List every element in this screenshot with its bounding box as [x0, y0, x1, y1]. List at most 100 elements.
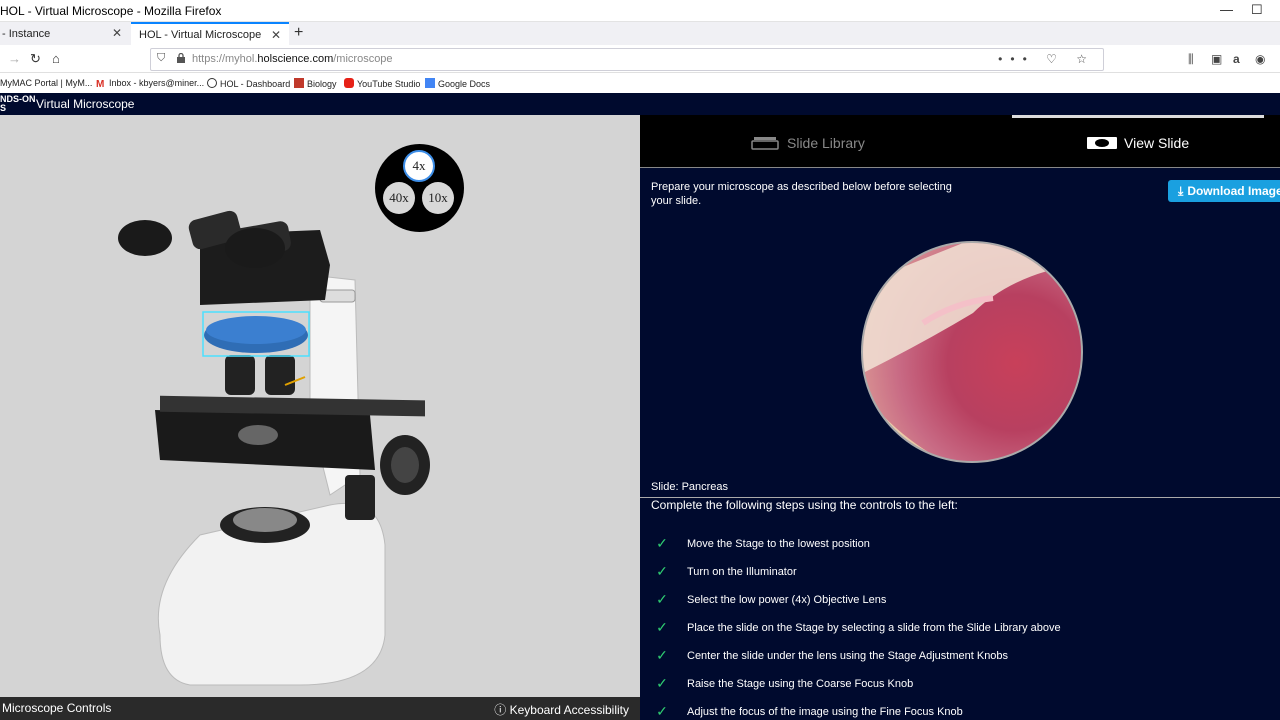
objective-40x-button[interactable]: 40x: [383, 182, 415, 214]
url-domain: holscience.com: [257, 53, 334, 65]
library-icon[interactable]: ⫼: [1188, 52, 1194, 67]
info-icon: ⓘ: [494, 703, 510, 717]
objective-4x-button[interactable]: 4x: [403, 150, 435, 182]
step-text: Select the low power (4x) Objective Lens: [687, 593, 887, 606]
step-item: ✓ Place the slide on the Stage by selecti…: [651, 619, 1061, 636]
step-item: ✓ Adjust the focus of the image using the…: [651, 703, 963, 720]
step-text: Center the slide under the lens using th…: [687, 649, 1009, 662]
tab-label: HOL - Virtual Microscope: [139, 28, 262, 41]
nav-bar: → ↻ ⌂ ⛉ https://myhol.holscience.com/mic…: [0, 45, 1280, 73]
window-titlebar: HOL - Virtual Microscope - Mozilla Firef…: [0, 0, 1280, 22]
slide-library-icon: [751, 137, 779, 150]
tab-label: View Slide: [1124, 135, 1190, 151]
bookmarks-bar: MyMAC Portal | MyM... M Inbox - kbyers@mi…: [0, 73, 1280, 93]
tab-view-slide[interactable]: View Slide: [1087, 135, 1189, 151]
tab-label: Slide Library: [787, 135, 865, 151]
bookmark-label: Inbox - kbyers@miner...: [109, 78, 205, 88]
step-item: ✓ Move the Stage to the lowest position: [651, 535, 870, 552]
slide-icon: [1087, 137, 1117, 149]
check-icon: ✓: [656, 535, 668, 551]
pocket-icon[interactable]: ♡: [1046, 52, 1065, 66]
bookmark-label: YouTube Studio: [357, 79, 421, 89]
bookmark-star-icon[interactable]: ☆: [1076, 52, 1095, 66]
download-icon: ⤓: [1178, 183, 1184, 198]
window-title: HOL - Virtual Microscope - Mozilla Firef…: [0, 4, 222, 18]
step-item: ✓ Turn on the Illuminator: [651, 563, 797, 580]
tab-slide-library[interactable]: Slide Library: [750, 135, 865, 151]
pancreas-slide-image: [863, 243, 1081, 461]
tab-virtual-microscope[interactable]: HOL - Virtual Microscope ✕: [131, 22, 289, 45]
bookmark-label: HOL - Dashboard: [220, 79, 291, 89]
bookmark-youtube-studio[interactable]: YouTube Studio: [344, 78, 420, 89]
app-header: NDS-ON S Virtual Microscope: [0, 93, 1280, 115]
check-icon: ✓: [656, 703, 668, 719]
microscope-controls-bar: Microscope Controls ⓘ Keyboard Accessibi…: [0, 697, 640, 720]
step-item: ✓ Raise the Stage using the Coarse Focus …: [651, 675, 913, 692]
logo-line-2: S: [0, 103, 7, 113]
close-icon[interactable]: ✕: [112, 26, 122, 40]
app-name: Virtual Microscope: [36, 97, 135, 111]
microscope-controls-toggle[interactable]: Microscope Controls: [2, 701, 111, 715]
bookmark-label: Google Docs: [438, 79, 491, 89]
check-icon: ✓: [656, 675, 668, 691]
objective-selector: 4x 40x 10x: [375, 144, 464, 232]
maximize-icon[interactable]: ☐: [1251, 2, 1263, 18]
reload-icon[interactable]: ↻: [30, 51, 41, 67]
slide-tabs: Slide Library View Slide: [640, 115, 1280, 168]
step-text: Turn on the Illuminator: [687, 565, 797, 578]
bookmark-label: MyMAC Portal | MyM...: [0, 78, 93, 88]
step-text: Place the slide on the Stage by selectin…: [687, 621, 1061, 634]
step-text: Move the Stage to the lowest position: [687, 537, 870, 550]
url-actions: ••• ♡ ☆: [998, 52, 1095, 66]
url-bar[interactable]: ⛉ https://myhol.holscience.com/microscop…: [150, 48, 1104, 71]
bookmark-biology[interactable]: Biology: [294, 78, 337, 89]
active-tab-indicator: [1012, 115, 1264, 118]
sidebar-icon[interactable]: ▣: [1211, 52, 1222, 66]
step-item: ✓ Center the slide under the lens using t…: [651, 647, 1008, 664]
microscope-illustration[interactable]: [0, 115, 640, 697]
url-path: /microscope: [333, 53, 393, 65]
slide-name: Slide: Pancreas: [651, 481, 729, 493]
step-text: Adjust the focus of the image using the …: [687, 705, 963, 718]
keyboard-accessibility-label: Keyboard Accessibility: [509, 703, 629, 717]
forward-icon[interactable]: →: [8, 51, 21, 66]
bookmark-label: Biology: [307, 79, 337, 89]
objective-10x-button[interactable]: 10x: [422, 182, 454, 214]
home-icon[interactable]: ⌂: [52, 51, 60, 66]
bookmark-hol-dashboard[interactable]: HOL - Dashboard: [207, 78, 290, 89]
hol-logo: NDS-ON S: [0, 95, 36, 113]
bookmark-inbox[interactable]: M Inbox - kbyers@miner...: [96, 78, 205, 90]
new-tab-icon[interactable]: +: [294, 24, 303, 42]
tab-bar: - Instance ✕ HOL - Virtual Microscope ✕ …: [0, 22, 1280, 45]
docs-icon: [425, 78, 435, 88]
step-text: Raise the Stage using the Coarse Focus K…: [687, 677, 914, 690]
lock-icon[interactable]: [177, 53, 185, 63]
more-icon[interactable]: •••: [998, 52, 1035, 66]
steps-heading: Complete the following steps using the c…: [651, 498, 958, 512]
keyboard-accessibility-button[interactable]: ⓘ Keyboard Accessibility: [494, 701, 629, 718]
slide-view-circle: [861, 241, 1083, 463]
check-icon: ✓: [656, 563, 668, 579]
minimize-icon[interactable]: —: [1220, 2, 1233, 17]
shield-icon[interactable]: ⛉: [157, 52, 165, 65]
tab-label: - Instance: [2, 27, 51, 40]
url-prefix: https://myhol.: [192, 53, 258, 65]
globe-icon: [207, 78, 217, 88]
amazon-icon[interactable]: a: [1233, 52, 1240, 66]
microscope-panel: [0, 115, 640, 697]
youtube-icon: [344, 78, 354, 88]
gmail-icon: M: [96, 79, 105, 90]
bookmark-mymac[interactable]: MyMAC Portal | MyM...: [0, 78, 92, 88]
bookmark-google-docs[interactable]: Google Docs: [425, 78, 490, 89]
tab-instance[interactable]: - Instance ✕: [0, 22, 130, 45]
close-icon[interactable]: ✕: [271, 28, 281, 42]
check-icon: ✓: [656, 647, 668, 663]
check-icon: ✓: [656, 619, 668, 635]
slide-panel: Slide Library View Slide Prepare your mi…: [640, 115, 1280, 720]
url-text: https://myhol.holscience.com/microscope: [192, 53, 393, 65]
download-image-button[interactable]: ⤓ Download Image: [1168, 180, 1280, 202]
biology-icon: [294, 78, 304, 88]
prep-instructions: Prepare your microscope as described bel…: [651, 181, 952, 207]
account-icon[interactable]: ◉: [1255, 52, 1265, 66]
step-item: ✓ Select the low power (4x) Objective Len…: [651, 591, 886, 608]
